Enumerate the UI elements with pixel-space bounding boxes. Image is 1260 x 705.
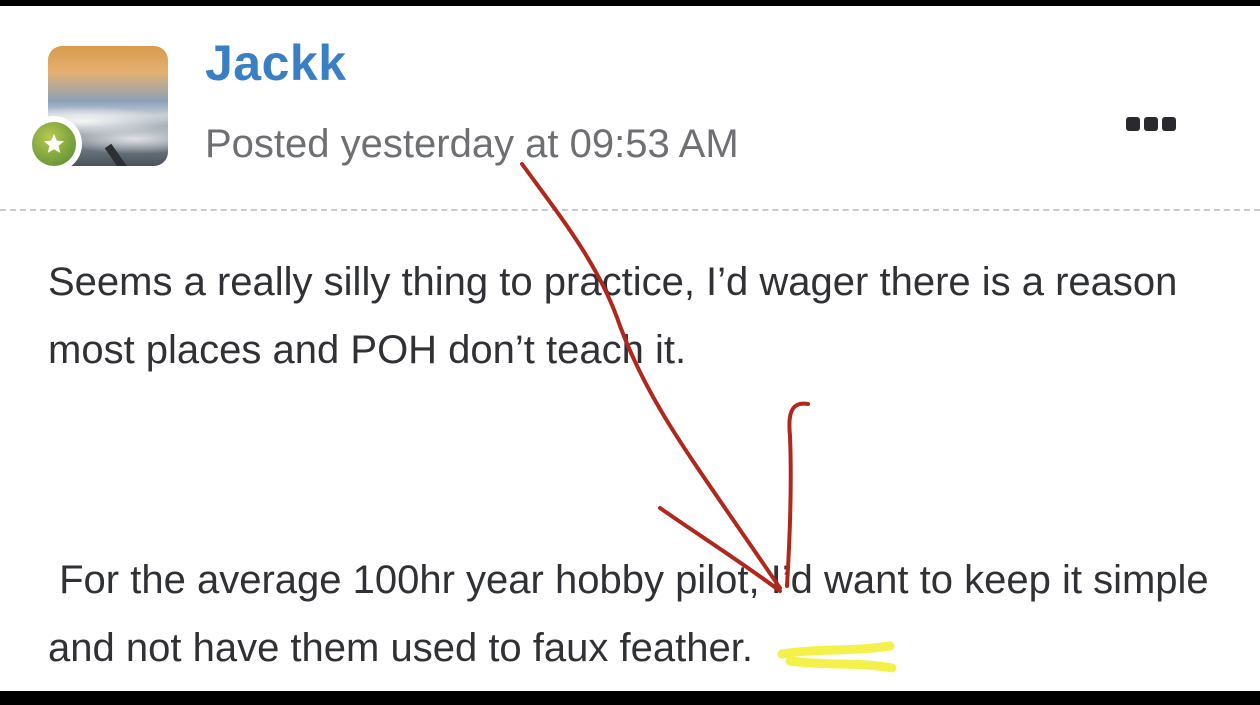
- post-paragraph-2: For the average 100hr year hobby pilot, …: [48, 558, 1220, 670]
- rank-badge: [26, 116, 82, 172]
- star-badge-icon: [32, 122, 76, 166]
- post-paragraph-1: Seems a really silly thing to practice, …: [48, 260, 1189, 372]
- username-link[interactable]: Jackk: [205, 34, 347, 92]
- divider: [0, 209, 1260, 211]
- forum-post: Jackk Posted yesterday at 09:53 AM Seems…: [0, 6, 1260, 691]
- post-timestamp[interactable]: Posted yesterday at 09:53 AM: [205, 122, 739, 167]
- more-options-icon[interactable]: [1126, 114, 1178, 134]
